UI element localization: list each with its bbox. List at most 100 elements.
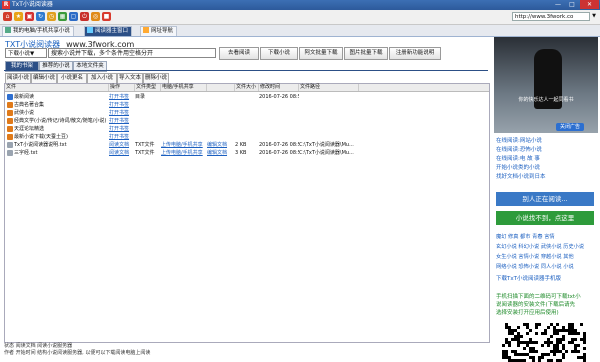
category-row[interactable]: 魔幻 修真 都市 青春 言情 [496, 233, 555, 242]
home-icon[interactable]: ⌂ [3, 12, 12, 21]
column-header[interactable]: 操作 [109, 84, 135, 91]
category-link[interactable]: 其他 [563, 254, 573, 260]
category-link[interactable]: 玄幻小说 [496, 244, 517, 250]
cell-edit[interactable] [207, 125, 235, 133]
tab-site-nav[interactable]: 网址导航 [140, 26, 178, 36]
category-link[interactable]: 小说 [563, 264, 573, 270]
cell-share[interactable]: 上传电脑/手机共享 [161, 149, 207, 157]
cell-edit[interactable] [207, 117, 235, 125]
cell-action[interactable]: 打开书签 [109, 125, 135, 133]
column-header[interactable]: 文件路径 [299, 84, 359, 91]
column-header[interactable] [207, 84, 235, 91]
cell-share[interactable] [161, 109, 207, 117]
cell-share[interactable] [161, 133, 207, 141]
cell-action[interactable]: 打开书签 [109, 93, 135, 101]
cell-share[interactable] [161, 117, 207, 125]
cell-action[interactable]: 打开书签 [109, 109, 135, 117]
power-icon[interactable]: ⏻ [80, 12, 89, 21]
table-row[interactable]: TxT小说阅读器说明.txt 阅读文档 TXT文件 上传电脑/手机共享 编辑文档 2 KB… [5, 141, 489, 149]
download-app-link[interactable]: 下载TxT小说阅读器手机版 [496, 275, 561, 283]
cell-edit[interactable] [207, 109, 235, 117]
cell-action[interactable]: 阅读文档 [109, 149, 135, 157]
qr-module [550, 335, 553, 338]
panel-link[interactable]: 在线阅读:恐怖小说 [496, 146, 542, 154]
grid-icon[interactable]: ▦ [58, 12, 67, 21]
cell-edit[interactable] [207, 133, 235, 141]
stop-icon[interactable]: ■ [102, 12, 111, 21]
category-row[interactable]: 网络小说 恐怖小说 同人小说 小说 [496, 263, 574, 272]
cell-share[interactable] [161, 125, 207, 133]
cell-action[interactable]: 打开书签 [109, 101, 135, 109]
window-icon[interactable]: ▢ [69, 12, 78, 21]
cell-share[interactable]: 上传电脑/手机共享 [161, 141, 207, 149]
column-header[interactable]: 文件大小 [235, 84, 259, 91]
category-link[interactable]: 修真 [508, 234, 518, 240]
search-input[interactable]: 搜索小说并下载，多个条件用空格分开 [48, 48, 216, 58]
column-header[interactable]: 修改时间 [259, 84, 299, 91]
cannot-find-novel-button[interactable]: 小说找不到，点这里 [496, 211, 594, 225]
download-novel-button[interactable]: 下载小说 [260, 47, 298, 60]
column-header[interactable]: 文件 [5, 84, 109, 91]
category-link[interactable]: 都市 [520, 234, 530, 240]
bag-icon[interactable]: ▣ [25, 12, 34, 21]
category-row[interactable]: 女生小说 言情小说 穿越小说 其他 [496, 253, 574, 262]
column-header[interactable]: 文件类型 [135, 84, 161, 91]
star-icon[interactable]: ★ [14, 12, 23, 21]
clock-icon[interactable]: ◷ [47, 12, 56, 21]
tab-reader-main[interactable]: 阅读器主窗口 [84, 26, 133, 36]
column-header[interactable]: 电脑/手机共享 [161, 84, 207, 91]
close-button[interactable]: ✕ [580, 0, 599, 9]
cell-action[interactable]: 阅读文档 [109, 141, 135, 149]
table-row[interactable]: 最新小说下载(天蚕土豆) 打开书签 [5, 133, 489, 141]
category-link[interactable]: 恐怖小说 [518, 264, 539, 270]
panel-link[interactable]: 找好文档小说到日本 [496, 173, 546, 181]
status-line: 作者 开始时间 结构小说阅读服务器, 以便可以下载阅读电脑上阅读 [4, 350, 151, 356]
category-link[interactable]: 穿越小说 [541, 254, 562, 260]
category-row[interactable]: 玄幻小说 科幻小说 武侠小说 历史小说 [496, 243, 584, 252]
table-row[interactable]: 武侠小说 打开书签 [5, 109, 489, 117]
table-row[interactable]: 天涯论坛精选 打开书签 [5, 125, 489, 133]
go-read-button[interactable]: 去看阅读 [219, 47, 259, 60]
address-input[interactable]: http://www.3fwork.co [512, 12, 590, 21]
category-link[interactable]: 历史小说 [563, 244, 584, 250]
cell-action[interactable]: 打开书签 [109, 117, 135, 125]
disc-icon[interactable]: ◎ [91, 12, 100, 21]
category-link[interactable]: 女生小说 [496, 254, 517, 260]
search-category-select[interactable]: 下载小说▼ [5, 48, 47, 58]
table-row[interactable]: 最新阅读 打开书签目录 2016-07-26 08:50 [5, 93, 489, 101]
refresh-icon[interactable]: ↻ [36, 12, 45, 21]
panel-link[interactable]: 开始小说类的小说 [496, 164, 540, 172]
cell-edit[interactable] [207, 93, 235, 101]
cell-path: C:\TxT小说阅读器\Mu... [299, 142, 354, 148]
promo-banner[interactable]: 你的快乐达人一起同看书 关闭广告 [494, 37, 598, 133]
close-ad-button[interactable]: 关闭广告 [556, 123, 584, 131]
category-link[interactable]: 魔幻 [496, 234, 506, 240]
panel-link[interactable]: 在线阅读:电 故 事 [496, 155, 540, 163]
category-link[interactable]: 科幻小说 [518, 244, 539, 250]
table-row[interactable]: 古典名著合集 打开书签 [5, 101, 489, 109]
others-reading-button[interactable]: 别人正在阅读... [496, 192, 594, 206]
address-dropdown-icon[interactable]: ▼ [590, 12, 598, 21]
table-row[interactable]: 三字经.txt 阅读文档 TXT文件 上传电脑/手机共享 编辑文档 3 KB 2016-07… [5, 149, 489, 157]
category-link[interactable]: 言情 [544, 234, 554, 240]
cell-share[interactable] [161, 93, 207, 101]
tab-shared-novels[interactable]: 我的电脑/手机共享小说 [2, 26, 74, 36]
batch-text-download-button[interactable]: 阿文批量下载 [299, 47, 343, 60]
batch-image-download-button[interactable]: 图片批量下载 [344, 47, 388, 60]
maximize-button[interactable]: □ [566, 0, 578, 9]
panel-link[interactable]: 在线阅读:网站小说 [496, 137, 542, 145]
category-link[interactable]: 言情小说 [518, 254, 539, 260]
minimize-button[interactable]: — [552, 0, 564, 9]
category-link[interactable]: 青春 [532, 234, 542, 240]
category-link[interactable]: 武侠小说 [541, 244, 562, 250]
table-row[interactable]: 经典文学(小说/传记/诗词/散文/随笔/小说) 打开书签 [5, 117, 489, 125]
register-features-button[interactable]: 注册新功能说明 [389, 47, 441, 60]
cell-edit[interactable]: 编辑文档 [207, 149, 235, 157]
window-tab-strip: 我的电脑/手机共享小说 阅读器主窗口 网址导航 [0, 25, 600, 37]
cell-action[interactable]: 打开书签 [109, 133, 135, 141]
cell-edit[interactable]: 编辑文档 [207, 141, 235, 149]
cell-share[interactable] [161, 101, 207, 109]
category-link[interactable]: 网络小说 [496, 264, 517, 270]
cell-edit[interactable] [207, 101, 235, 109]
category-link[interactable]: 同人小说 [541, 264, 562, 270]
